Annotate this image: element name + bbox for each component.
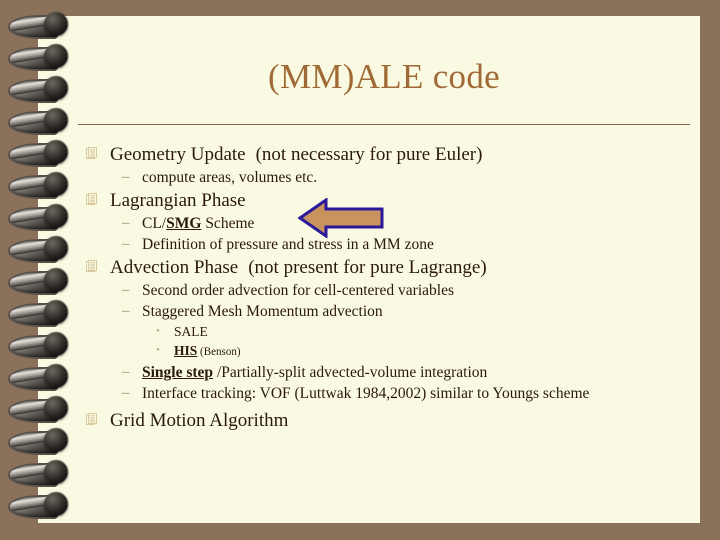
- bullet-staggered-mesh: – Staggered Mesh Momentum advection: [122, 301, 698, 322]
- cl-smg-suffix: Scheme: [201, 215, 255, 232]
- his-emphasis: HIS: [174, 343, 198, 358]
- dash-marker-icon: –: [122, 236, 130, 252]
- bullet-grid-motion-algorithm: Grid Motion Algorithm: [86, 408, 698, 433]
- compute-areas-label: compute areas, volumes etc.: [142, 169, 318, 186]
- bullet-cl-smg-scheme: – CL/SMG Scheme: [122, 213, 698, 234]
- advection-phase-note: (not present for pure Lagrange): [248, 257, 487, 278]
- geometry-update-note: (not necessary for pure Euler): [255, 144, 483, 165]
- bullet-interface-tracking: – Interface tracking: VOF (Luttwak 1984,…: [122, 383, 698, 404]
- staggered-mesh-label: Staggered Mesh Momentum advection: [142, 303, 383, 320]
- definition-pressure-label: Definition of pressure and stress in a M…: [142, 236, 434, 253]
- page-title: (MM)ALE code: [267, 57, 500, 96]
- title-divider: [78, 124, 690, 125]
- bullet-sale: • SALE: [156, 322, 698, 341]
- dot-marker-icon: •: [156, 344, 160, 356]
- bullet-his: • HIS (Benson): [156, 341, 698, 362]
- dash-marker-icon: –: [122, 215, 130, 231]
- bullet-text: Advection Phase (not present for pure Lag…: [110, 255, 487, 280]
- dot-marker-icon: •: [156, 325, 160, 337]
- advection-phase-label: Advection Phase: [110, 257, 239, 278]
- bullet-single-step: – Single step /Partially-split advected-…: [122, 362, 698, 383]
- bullet-definition-pressure: – Definition of pressure and stress in a…: [122, 234, 698, 255]
- lined-document-icon: [86, 188, 110, 206]
- grid-motion-label: Grid Motion Algorithm: [110, 410, 289, 431]
- dash-marker-icon: –: [122, 169, 130, 185]
- his-suffix: (Benson): [197, 346, 241, 358]
- bullet-second-order-advection: – Second order advection for cell-center…: [122, 280, 698, 301]
- dash-marker-icon: –: [122, 364, 130, 380]
- his-text: HIS (Benson): [174, 341, 241, 362]
- slide-canvas: (MM)ALE code Geometry Update (not necess…: [0, 0, 720, 540]
- interface-tracking-label: Interface tracking: VOF (Luttwak 1984,20…: [142, 385, 590, 402]
- geometry-update-label: Geometry Update: [110, 144, 246, 165]
- sale-label: SALE: [174, 324, 208, 339]
- single-step-emphasis: Single step: [142, 364, 214, 381]
- lined-document-icon: [86, 142, 110, 160]
- callout-arrow-left-icon: [297, 197, 384, 239]
- single-step-suffix: /Partially-split advected-volume integra…: [213, 364, 488, 381]
- cl-smg-emphasis: SMG: [166, 215, 202, 232]
- cl-smg-text: CL/SMG Scheme: [142, 213, 254, 234]
- bullet-geometry-update: Geometry Update (not necessary for pure E…: [86, 142, 698, 167]
- bullet-compute-areas: – compute areas, volumes etc.: [122, 167, 698, 188]
- dash-marker-icon: –: [122, 303, 130, 319]
- lined-document-icon: [86, 255, 110, 273]
- dash-marker-icon: –: [122, 282, 130, 298]
- single-step-text: Single step /Partially-split advected-vo…: [142, 362, 487, 383]
- bullet-text: Geometry Update (not necessary for pure E…: [110, 142, 482, 167]
- bullet-list: Geometry Update (not necessary for pure E…: [86, 142, 698, 433]
- second-order-label: Second order advection for cell-centered…: [142, 282, 454, 299]
- dash-marker-icon: –: [122, 385, 130, 401]
- lined-document-icon: [86, 408, 110, 426]
- lagrangian-phase-label: Lagrangian Phase: [110, 190, 246, 211]
- bullet-advection-phase: Advection Phase (not present for pure Lag…: [86, 255, 698, 280]
- cl-smg-prefix: CL/: [142, 215, 167, 232]
- bullet-lagrangian-phase: Lagrangian Phase: [86, 188, 698, 213]
